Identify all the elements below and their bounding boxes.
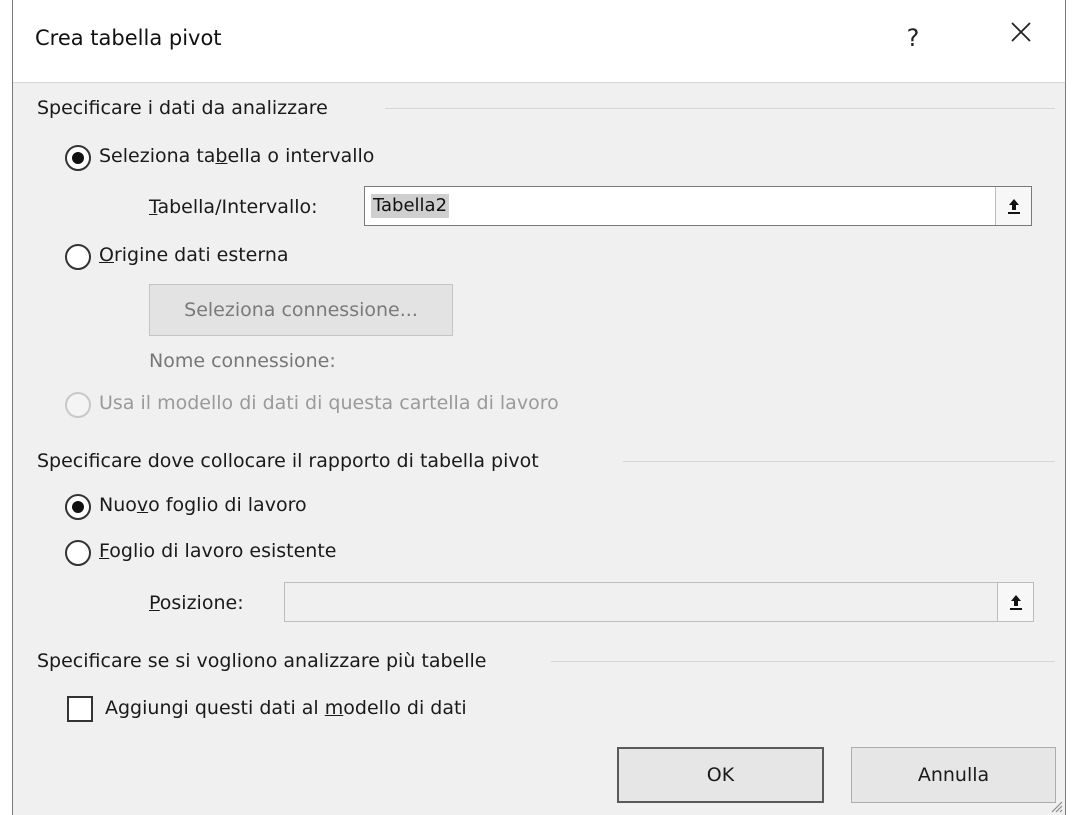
radio-select-table-label: Seleziona tabella o intervallo [99,145,375,167]
radio-new-sheet-label: Nuovo foglio di lavoro [99,494,307,516]
radio-external-source[interactable] [65,244,91,270]
separator [551,661,1055,662]
section-title-data: Specificare i dati da analizzare [37,97,328,119]
separator [385,108,1055,109]
collapse-dialog-icon [1009,595,1022,610]
radio-new-sheet[interactable] [65,494,91,520]
dialog-title: Crea tabella pivot [35,26,222,50]
range-label: Tabella/Intervallo: [149,196,318,218]
add-to-data-model-label: Aggiungi questi dati al modello di dati [105,697,467,719]
collapse-dialog-icon [1007,199,1020,214]
cancel-button[interactable]: Annulla [851,747,1056,803]
radio-existing-sheet[interactable] [65,540,91,566]
radio-existing-sheet-label: Foglio di lavoro esistente [99,540,337,562]
help-button[interactable]: ? [893,18,933,58]
ok-button[interactable]: OK [617,747,824,803]
connection-name-label: Nome connessione: [149,350,336,372]
range-picker-button[interactable] [995,187,1031,225]
radio-select-table[interactable] [65,145,91,171]
position-input[interactable] [284,582,1034,622]
radio-use-data-model-label: Usa il modello di dati di questa cartell… [99,392,559,414]
separator [623,461,1055,462]
range-input-value: Tabella2 [371,194,450,218]
radio-external-source-label: Origine dati esterna [99,244,289,266]
create-pivot-dialog: Crea tabella pivot ? Specificare i dati … [12,0,1066,815]
range-input[interactable]: Tabella2 [364,186,1032,226]
close-button[interactable] [1001,18,1041,58]
title-bar: Crea tabella pivot ? [13,0,1065,83]
section-title-multi: Specificare se si vogliono analizzare pi… [37,650,487,672]
select-connection-button[interactable]: Seleziona connessione... [149,284,453,336]
section-title-location: Specificare dove collocare il rapporto d… [37,450,539,472]
add-to-data-model-checkbox[interactable] [67,696,93,722]
resize-grip-icon[interactable] [1049,799,1063,813]
close-icon [1011,22,1031,42]
position-picker-button[interactable] [997,583,1033,621]
position-label: Posizione: [149,592,244,614]
radio-use-data-model[interactable] [65,392,91,418]
